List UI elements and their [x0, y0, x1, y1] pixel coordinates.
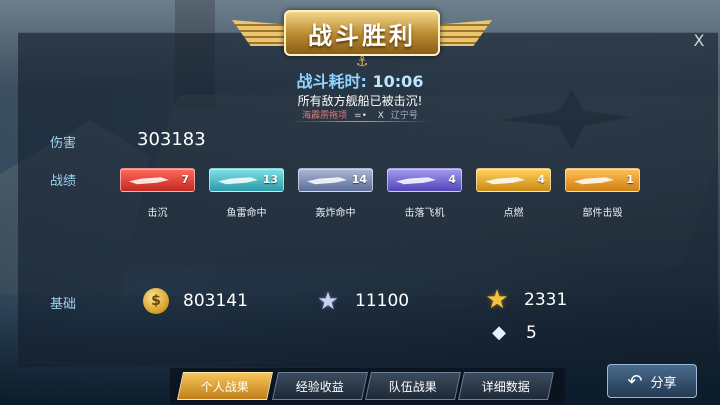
diamonds-value: 5 [526, 323, 537, 343]
stars-value: 11100 [355, 291, 410, 311]
damage-value: 303183 [137, 129, 206, 150]
badge-sink: 7 击沉 [120, 168, 195, 219]
badge-count: 4 [448, 173, 456, 186]
base-label: 基础 [50, 297, 77, 312]
page-title: 战斗胜利 [308, 20, 416, 50]
gear-icon [574, 177, 614, 185]
badge-caption: 轰炸命中 [315, 208, 356, 219]
star-icon: ★ [317, 287, 339, 315]
badge-ignite-box: 4 [476, 168, 551, 192]
achievement-list: 7 击沉 13 鱼雷命中 14 轰炸命中 4 击落飞机 4 点燃 1 部件击毁 [120, 168, 640, 219]
vs-x-mark: X [377, 111, 384, 121]
badge-count: 13 [262, 173, 278, 186]
reward-stars: ★ 11100 [315, 288, 409, 314]
vs-symbol: =• [354, 111, 367, 121]
reward-diamonds: ◆ 5 [486, 320, 537, 346]
badge-bomb-box: 14 [298, 168, 373, 192]
badge-count: 14 [351, 173, 367, 186]
divider [290, 121, 430, 122]
badge-ignite: 4 点燃 [476, 168, 551, 219]
ship-icon [129, 177, 169, 185]
ally-name: 辽宁号 [390, 111, 418, 121]
torpedo-icon [218, 177, 258, 185]
tab-label: 队伍战果 [388, 380, 437, 394]
badge-caption: 鱼雷命中 [226, 208, 267, 219]
battle-time-label: 战斗耗时: [296, 72, 367, 91]
gold-stars-value: 2331 [524, 290, 568, 310]
badge-shootdown-box: 4 [387, 168, 462, 192]
badge-shootdown: 4 击落飞机 [387, 168, 462, 219]
battle-time: 战斗耗时: 10:06 [0, 68, 720, 92]
victory-emblem: 战斗胜利 ⚓ [232, 6, 492, 70]
bomb-icon [307, 177, 347, 185]
tab-detailed-data[interactable]: 详细数据 [458, 372, 554, 400]
tab-team-results[interactable]: 队伍战果 [365, 372, 461, 400]
badge-count: 7 [181, 173, 189, 186]
badge-count: 1 [626, 173, 634, 186]
achievements-label: 战绩 [50, 174, 77, 189]
plane-icon [396, 177, 436, 185]
matchup-line: 海霹雳拖项 =• X 辽宁号 [0, 108, 720, 121]
tab-label: 个人战果 [200, 380, 249, 394]
badge-torpedo: 13 鱼雷命中 [209, 168, 284, 219]
badge-parts: 1 部件击毁 [565, 168, 640, 219]
diamond-icon: ◆ [492, 322, 506, 343]
gold-star-icon: ★ [485, 285, 509, 315]
tab-label: 详细数据 [481, 380, 530, 394]
battle-time-value: 10:06 [372, 72, 424, 91]
enemy-name: 海霹雳拖项 [302, 111, 348, 121]
badge-caption: 击沉 [147, 208, 168, 219]
reward-gold-stars: ★ 2331 [484, 287, 567, 313]
badge-caption: 击落飞机 [404, 208, 445, 219]
damage-label: 伤害 [50, 136, 77, 151]
fire-icon [485, 177, 525, 185]
share-label: 分享 [650, 375, 677, 391]
tab-experience[interactable]: 经验收益 [272, 372, 368, 400]
victory-message: 所有敌方舰船已被击沉! [297, 94, 423, 108]
title-plate: 战斗胜利 [284, 10, 440, 56]
tab-personal-results[interactable]: 个人战果 [177, 372, 273, 400]
badge-count: 4 [537, 173, 545, 186]
badge-caption: 点燃 [503, 208, 524, 219]
badge-torpedo-box: 13 [209, 168, 284, 192]
coins-value: 803141 [183, 291, 248, 311]
anchor-icon: ⚓ [355, 54, 369, 70]
share-button[interactable]: ↶ 分享 [607, 364, 697, 398]
close-button[interactable]: X [686, 33, 712, 50]
reward-coins: $ 803141 [143, 288, 248, 314]
tab-label: 经验收益 [295, 380, 344, 394]
badge-bomb: 14 轰炸命中 [298, 168, 373, 219]
badge-sink-box: 7 [120, 168, 195, 192]
badge-parts-box: 1 [565, 168, 640, 192]
share-arrow-icon: ↶ [627, 370, 643, 392]
badge-caption: 部件击毁 [582, 208, 623, 219]
coin-icon: $ [143, 288, 169, 314]
